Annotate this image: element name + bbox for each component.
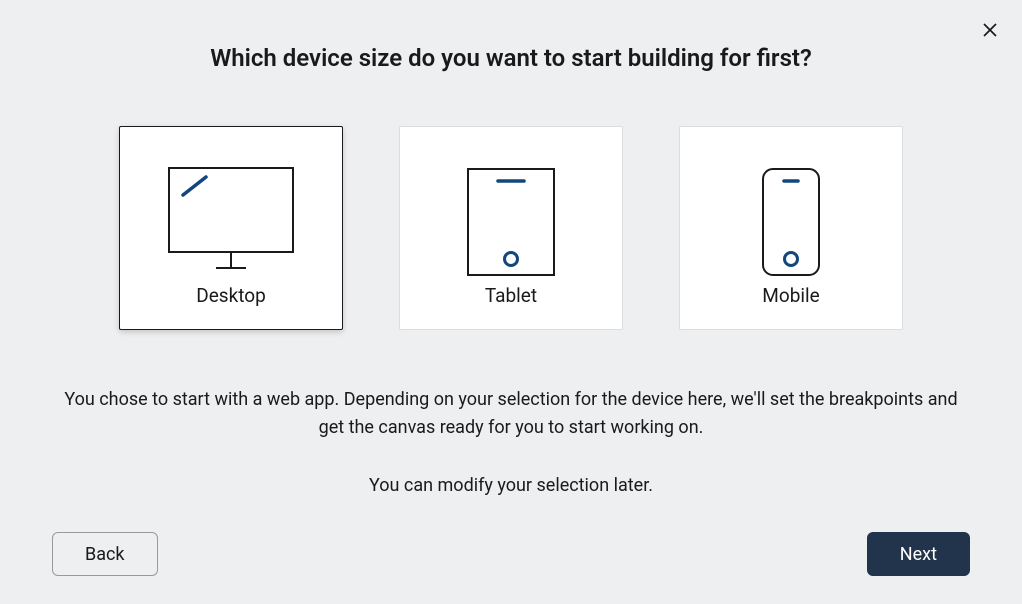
device-option-desktop[interactable]: Desktop (119, 126, 343, 330)
device-option-label: Tablet (485, 284, 537, 307)
desktop-icon (168, 167, 294, 277)
mobile-icon (762, 167, 820, 277)
device-option-mobile[interactable]: Mobile (679, 126, 903, 330)
device-options: Desktop Tablet Mobile (0, 126, 1022, 330)
close-button[interactable] (980, 20, 1000, 40)
description-line-1: You chose to start with a web app. Depen… (60, 386, 962, 442)
dialog-description: You chose to start with a web app. Depen… (0, 386, 1022, 500)
device-option-label: Desktop (196, 284, 266, 307)
back-button[interactable]: Back (52, 532, 158, 576)
description-line-2: You can modify your selection later. (60, 472, 962, 500)
dialog-title: Which device size do you want to start b… (0, 0, 1022, 76)
device-option-label: Mobile (762, 284, 819, 307)
tablet-icon (467, 167, 555, 277)
next-button[interactable]: Next (867, 532, 970, 576)
dialog-footer: Back Next (0, 532, 1022, 576)
device-option-tablet[interactable]: Tablet (399, 126, 623, 330)
close-icon (981, 21, 999, 39)
